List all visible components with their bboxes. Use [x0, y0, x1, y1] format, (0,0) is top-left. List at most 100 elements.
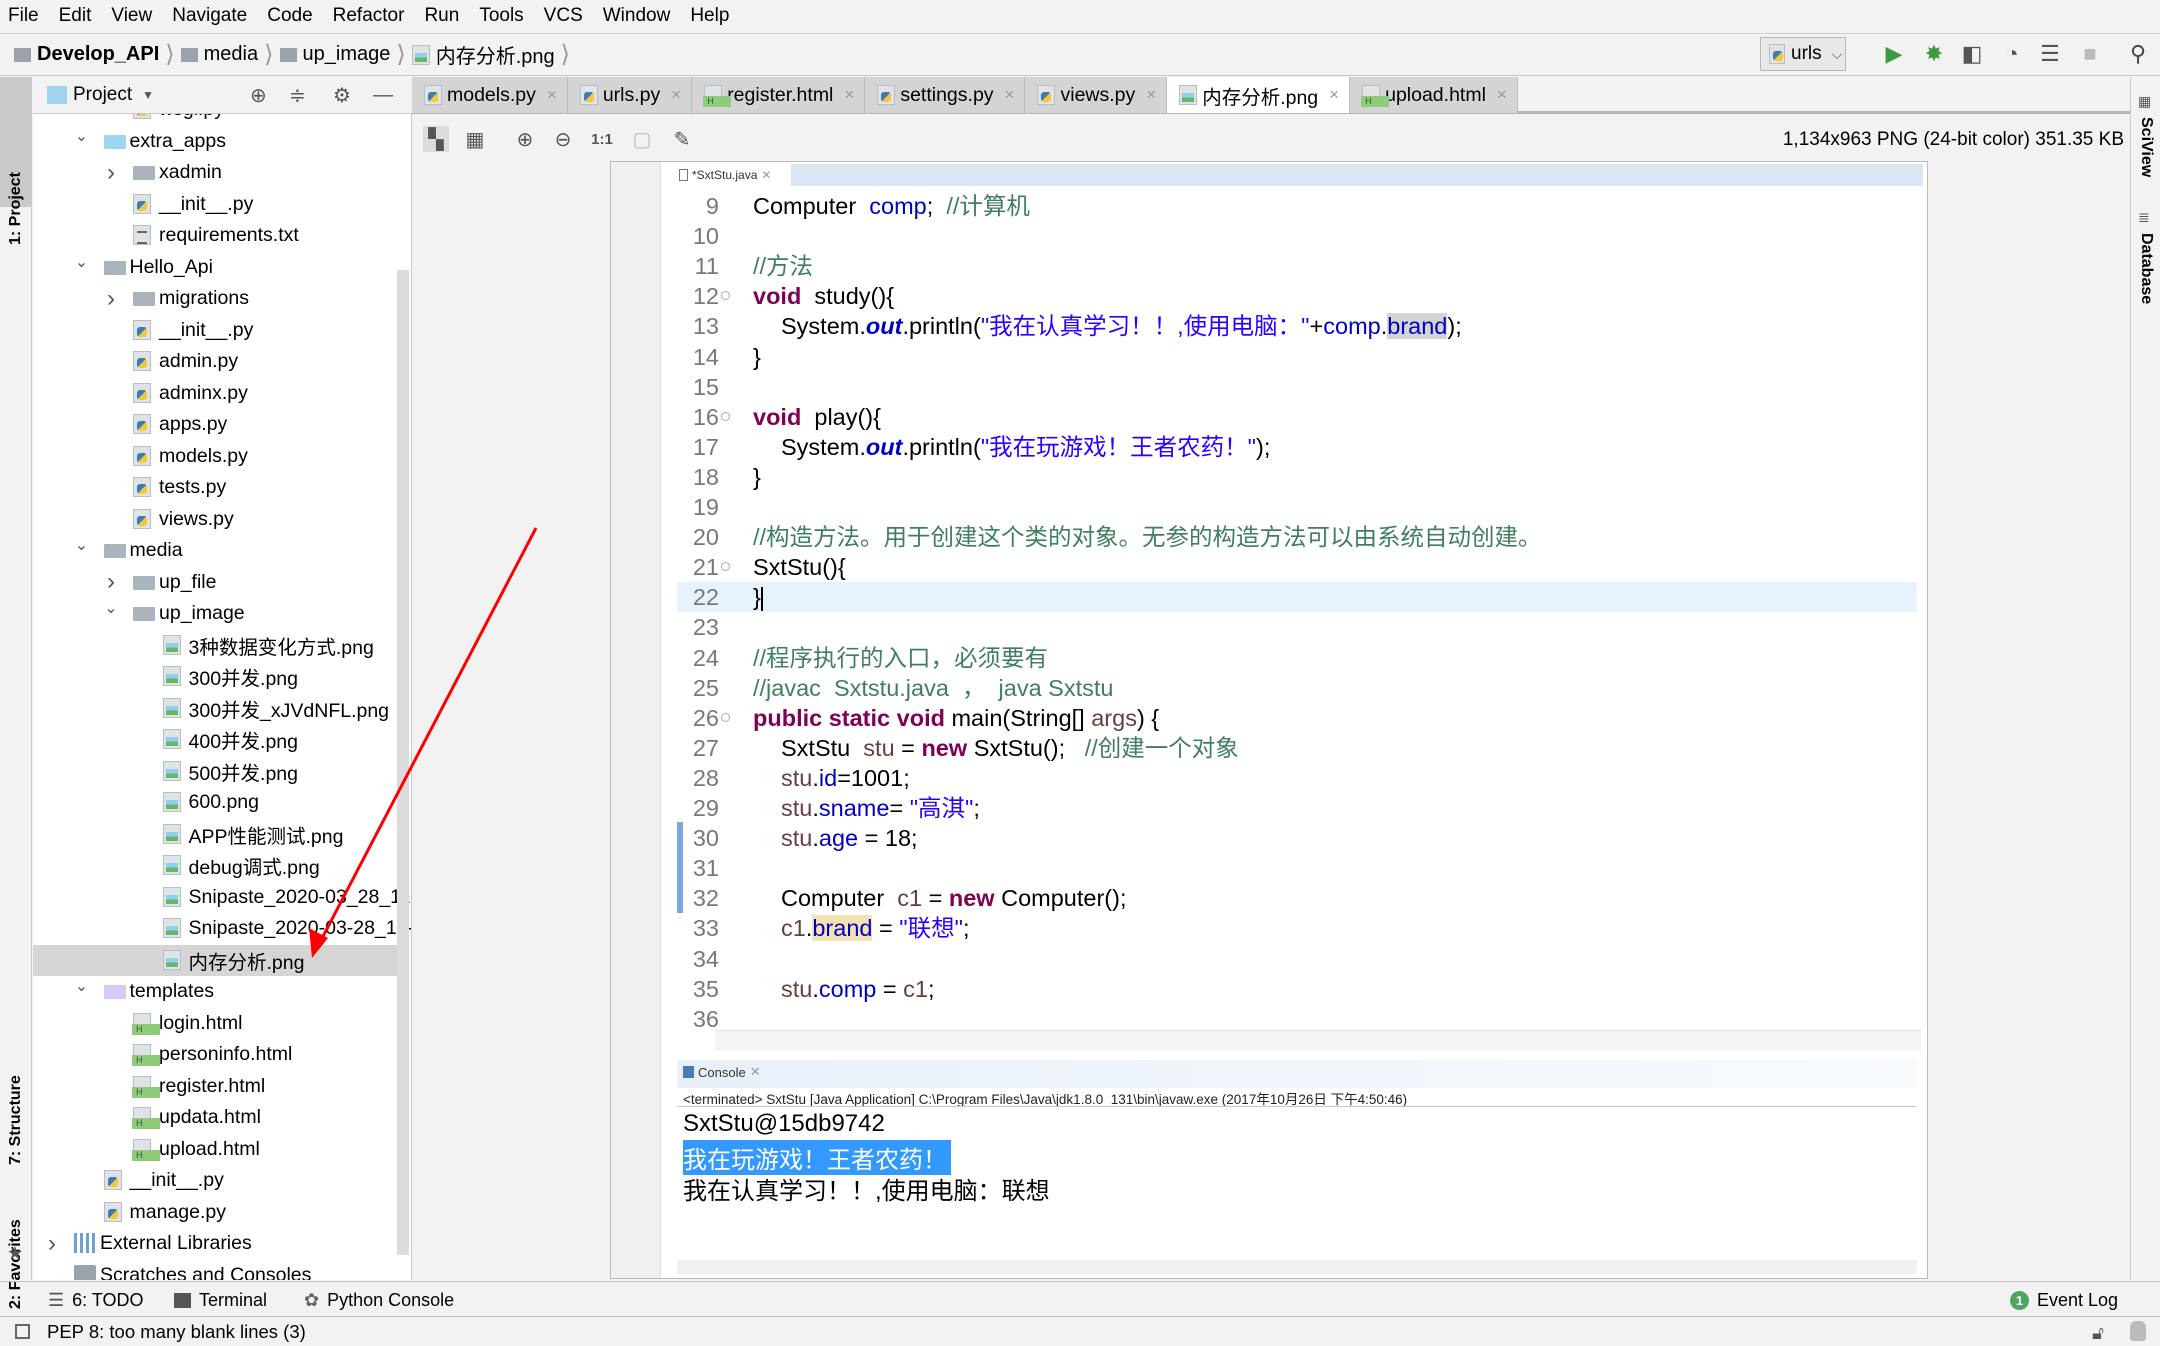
project-view-selector[interactable]: Project	[73, 84, 132, 106]
tree-item[interactable]: views.py	[33, 504, 397, 536]
collapse-all-icon[interactable]: ≑	[289, 83, 306, 108]
tab-uploadhtml[interactable]: upload.html ×	[1350, 77, 1518, 113]
close-icon[interactable]: ×	[1497, 85, 1507, 105]
chevron-down-icon[interactable]: ⌄	[74, 535, 90, 555]
tree-item[interactable]: manage.py	[33, 1197, 397, 1229]
tree-item[interactable]: ⌄ templates	[33, 976, 397, 1008]
close-icon[interactable]: ×	[844, 85, 854, 105]
gear-icon[interactable]: ⚙	[333, 83, 351, 108]
event-log-button[interactable]: 1 Event Log	[2010, 1290, 2118, 1311]
tree-item[interactable]: apps.py	[33, 409, 397, 441]
locate-icon[interactable]: ⊕	[250, 83, 267, 108]
actual-size-icon[interactable]: 1:1	[589, 126, 615, 152]
tree-item[interactable]: updata.html	[33, 1102, 397, 1134]
run-icon[interactable]: ▶	[1882, 41, 1906, 66]
menu-refactor[interactable]: Refactor	[333, 5, 405, 27]
close-icon[interactable]: ×	[1146, 85, 1156, 105]
tree-item[interactable]: upload.html	[33, 1134, 397, 1166]
python-console-button[interactable]: ✿ Python Console	[304, 1290, 454, 1311]
menu-help[interactable]: Help	[690, 5, 729, 27]
tab-registerhtml[interactable]: register.html ×	[692, 77, 866, 113]
tree-item[interactable]: ⌄ up_image	[33, 598, 397, 630]
tool-window-structure[interactable]: 7: Structure	[7, 1075, 25, 1165]
close-icon[interactable]: ×	[671, 85, 681, 105]
tree-item[interactable]: 内存分析.png	[33, 944, 397, 976]
chevron-down-icon[interactable]: ⌄	[74, 252, 90, 272]
chevron-down-icon[interactable]: ⌄	[103, 598, 119, 618]
run-config-dropdown[interactable]: urls ⌵	[1760, 37, 1846, 71]
tree-item[interactable]: requirements.txt	[33, 220, 397, 252]
tree-item[interactable]: › migrations	[33, 283, 397, 315]
debug-icon[interactable]: ✸	[1922, 41, 1946, 66]
tree-scrollbar[interactable]	[397, 270, 409, 1255]
close-icon[interactable]: ×	[1329, 85, 1339, 105]
menu-navigate[interactable]: Navigate	[172, 5, 247, 27]
chevron-right-icon[interactable]: ›	[103, 285, 119, 313]
tree-item[interactable]: register.html	[33, 1071, 397, 1103]
close-icon[interactable]: ×	[547, 85, 557, 105]
todo-button[interactable]: ☰ 6: TODO	[48, 1290, 144, 1311]
chevron-down-icon[interactable]: ⌄	[74, 126, 90, 146]
breadcrumb-item[interactable]: media ⟩	[180, 40, 280, 69]
tree-item[interactable]: ⌄ media	[33, 535, 397, 567]
concurrency-icon[interactable]: ☰	[2038, 41, 2062, 66]
tree-item[interactable]: Snipaste_2020-03-28_14-2	[33, 913, 411, 945]
tree-item[interactable]: 500并发.png	[33, 756, 397, 788]
tree-item[interactable]: __init__.py	[33, 189, 397, 221]
chessboard-icon[interactable]: ▚	[423, 126, 449, 152]
breadcrumb-item[interactable]: Develop_API ⟩	[14, 40, 181, 69]
tool-window-database[interactable]: Database	[2137, 233, 2155, 304]
tree-item[interactable]: APP性能测试.png	[33, 819, 397, 851]
tree-item[interactable]: wsgi.py	[33, 114, 397, 126]
menu-vcs[interactable]: VCS	[544, 5, 583, 27]
grid-icon[interactable]: ▦	[462, 126, 488, 152]
tab-viewspy[interactable]: views.py ×	[1025, 77, 1168, 113]
tree-item[interactable]: __init__.py	[33, 315, 397, 347]
tab-settingspy[interactable]: settings.py ×	[865, 77, 1026, 113]
toggle-tool-windows-icon[interactable]	[15, 1324, 30, 1339]
tree-item[interactable]: debug调式.png	[33, 850, 397, 882]
tree-item[interactable]: 300并发_xJVdNFL.png	[33, 693, 397, 725]
tree-item[interactable]: › xadmin	[33, 157, 397, 189]
tab-png[interactable]: 内存分析.png ×	[1167, 77, 1351, 113]
zoom-in-icon[interactable]: ⊕	[512, 126, 538, 152]
menu-window[interactable]: Window	[603, 5, 671, 27]
breadcrumb-item[interactable]: 内存分析.png ⟩	[411, 40, 576, 69]
tree-item[interactable]: › External Libraries	[33, 1228, 397, 1260]
terminal-button[interactable]: Terminal	[174, 1290, 267, 1311]
minimize-icon[interactable]: —	[373, 84, 393, 107]
chevron-right-icon[interactable]: ›	[44, 1230, 60, 1258]
tree-item[interactable]: 400并发.png	[33, 724, 397, 756]
breadcrumb-item[interactable]: up_image ⟩	[279, 40, 412, 69]
menu-file[interactable]: File	[8, 5, 39, 27]
color-picker-icon[interactable]: ✎	[669, 126, 695, 152]
tree-item[interactable]: Scratches and Consoles	[33, 1260, 397, 1280]
tree-item[interactable]: personinfo.html	[33, 1039, 397, 1071]
caret-down-icon[interactable]: ▼	[142, 88, 154, 102]
tree-item[interactable]: tests.py	[33, 472, 397, 504]
lock-icon[interactable]: 🔓︎	[2092, 1322, 2104, 1344]
tree-item[interactable]: ⌄ extra_apps	[33, 126, 397, 158]
tab-modelspy[interactable]: models.py ×	[412, 77, 568, 113]
tree-item[interactable]: Snipaste_2020-03_28_11-3	[33, 882, 411, 914]
tree-item[interactable]: models.py	[33, 441, 397, 473]
chevron-right-icon[interactable]: ›	[103, 568, 119, 596]
tree-item[interactable]: adminx.py	[33, 378, 397, 410]
tree-item[interactable]: ⌄ Hello_Api	[33, 252, 397, 284]
profile-icon[interactable]: ◔	[2000, 41, 2024, 66]
tree-item[interactable]: 3种数据变化方式.png	[33, 630, 397, 662]
tree-item[interactable]: › up_file	[33, 567, 397, 599]
tab-urlspy[interactable]: urls.py ×	[567, 77, 693, 113]
fit-icon[interactable]: ▢	[629, 126, 655, 152]
stop-icon[interactable]: ■	[2078, 41, 2102, 66]
menu-tools[interactable]: Tools	[479, 5, 523, 27]
menu-run[interactable]: Run	[424, 5, 459, 27]
menu-code[interactable]: Code	[267, 5, 312, 27]
tree-item[interactable]: 600.png	[33, 787, 397, 819]
tree-item[interactable]: __init__.py	[33, 1165, 397, 1197]
tool-window-sciview[interactable]: SciView	[2137, 117, 2155, 177]
menu-edit[interactable]: Edit	[59, 5, 92, 27]
search-icon[interactable]: ⚲	[2126, 41, 2150, 66]
tree-item[interactable]: 300并发.png	[33, 661, 397, 693]
close-icon[interactable]: ×	[1005, 85, 1015, 105]
